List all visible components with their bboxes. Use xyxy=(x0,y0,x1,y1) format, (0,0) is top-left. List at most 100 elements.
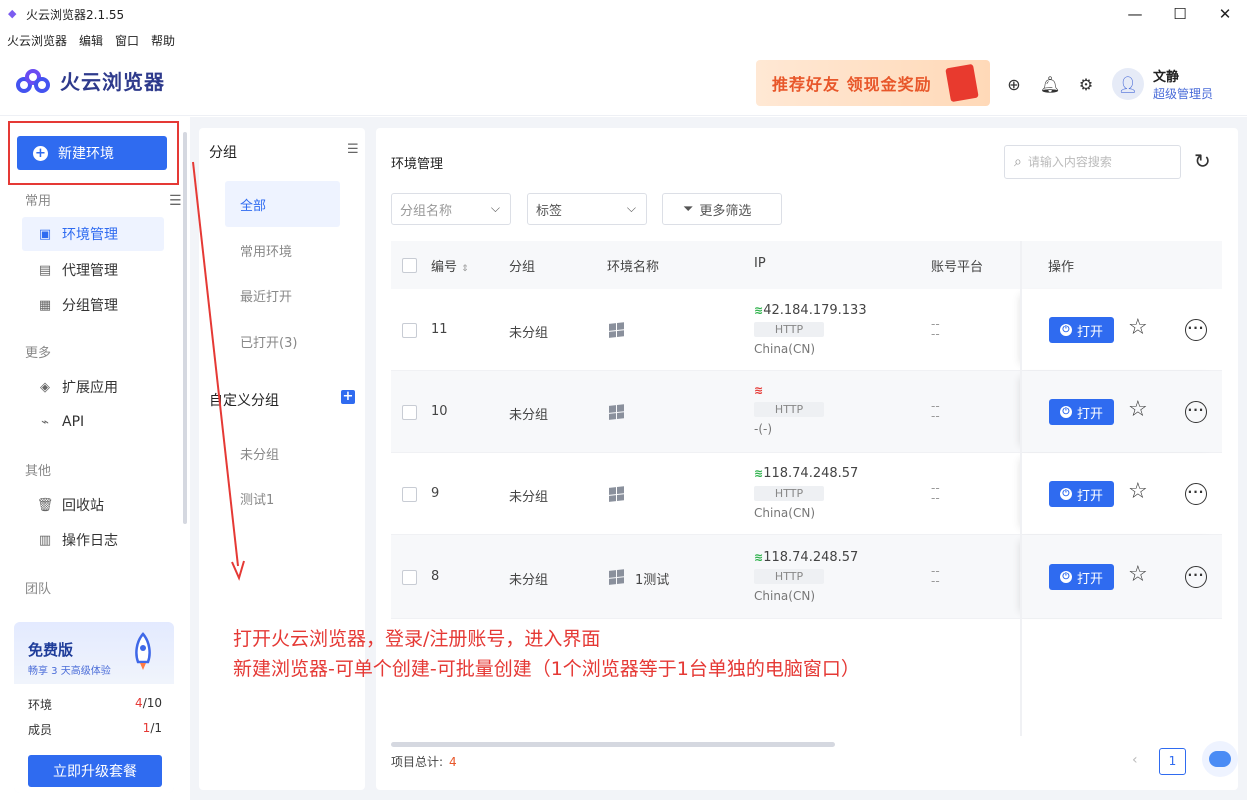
section-common: 常用 xyxy=(25,194,52,209)
sidebar-item-operation-log[interactable]: ▥ 操作日志 xyxy=(22,523,164,557)
sidebar-item-api[interactable]: ⌁ API xyxy=(22,405,164,439)
power-icon: ⏻ xyxy=(1059,406,1072,418)
row-checkbox[interactable] xyxy=(402,323,417,338)
table-row[interactable]: 8 未分组 1测试 ≋118.74.248.57 HTTP China(CN) … xyxy=(391,535,1222,619)
horizontal-scrollbar[interactable] xyxy=(391,742,835,747)
refresh-icon[interactable]: ↻ xyxy=(1194,149,1211,173)
maximize-button[interactable]: ☐ xyxy=(1157,0,1203,28)
star-icon[interactable]: ☆ xyxy=(1128,315,1148,340)
actions-column-divider xyxy=(1020,241,1022,736)
more-filters-button[interactable]: ⏷ 更多筛选 xyxy=(662,193,782,225)
avatar[interactable]: 👤︎ xyxy=(1112,68,1144,100)
row-protocol: HTTP xyxy=(754,322,824,337)
prev-page-icon[interactable]: ‹ xyxy=(1132,752,1138,768)
sidebar-item-label: 回收站 xyxy=(62,498,104,514)
close-button[interactable]: ✕ xyxy=(1202,0,1247,28)
row-platform: -- -- xyxy=(931,564,940,588)
group-item-opened[interactable]: 已打开(3) xyxy=(225,318,340,364)
star-icon[interactable]: ☆ xyxy=(1128,397,1148,422)
promo-banner[interactable]: 推荐好友 领现金奖励 xyxy=(756,60,990,106)
wifi-icon: ≋ xyxy=(754,467,764,480)
gear-icon[interactable]: ⚙ xyxy=(1076,74,1096,94)
table-row[interactable]: 9 未分组 ≋118.74.248.57 HTTP China(CN) -- --… xyxy=(391,453,1222,535)
customer-service-icon[interactable] xyxy=(1202,741,1238,777)
star-icon[interactable]: ☆ xyxy=(1128,562,1148,587)
star-icon[interactable]: ☆ xyxy=(1128,479,1148,504)
row-checkbox[interactable] xyxy=(402,570,417,585)
plug-icon: ⌁ xyxy=(41,414,49,430)
sidebar-scrollbar[interactable] xyxy=(183,132,187,524)
sidebar-item-env-management[interactable]: ▣ 环境管理 xyxy=(22,217,164,251)
section-other: 其他 xyxy=(25,464,52,479)
row-platform: -- -- xyxy=(931,481,940,505)
windows-icon xyxy=(609,322,625,338)
section-more: 更多 xyxy=(25,346,52,361)
logo: 火云浏览器 xyxy=(16,66,165,95)
row-checkbox[interactable] xyxy=(402,405,417,420)
search-box[interactable]: ⌕ xyxy=(1004,145,1181,179)
log-icon: ▥ xyxy=(38,532,52,548)
sidebar-item-recycle-bin[interactable]: 🗑︎ 回收站 xyxy=(22,488,164,522)
menu-item-window[interactable]: 窗口 xyxy=(115,32,139,49)
window-title: 火云浏览器2.1.55 xyxy=(26,7,125,22)
search-input[interactable] xyxy=(1027,155,1168,169)
menu-item-edit[interactable]: 编辑 xyxy=(79,32,103,49)
minimize-button[interactable]: — xyxy=(1112,0,1158,28)
column-header-group: 分组 xyxy=(509,260,536,275)
sort-icon[interactable]: ⇕ xyxy=(461,264,469,274)
open-button[interactable]: ⏻ 打开 xyxy=(1049,317,1114,343)
sidebar-item-group-management[interactable]: ▦ 分组管理 xyxy=(22,288,164,322)
open-button[interactable]: ⏻ 打开 xyxy=(1049,564,1114,590)
row-protocol: HTTP xyxy=(754,569,824,584)
collapse-menu-icon[interactable]: ☰ xyxy=(169,193,182,209)
group-menu-icon[interactable]: ☰ xyxy=(347,142,359,157)
menu-item-app[interactable]: 火云浏览器 xyxy=(7,32,67,49)
new-environment-button[interactable]: + 新建环境 xyxy=(17,136,167,170)
upgrade-button[interactable]: 立即升级套餐 xyxy=(28,755,162,787)
plan-member-row: 成员 1/1 xyxy=(28,721,162,738)
promo-text: 推荐好友 领现金奖励 xyxy=(772,75,932,94)
more-options-icon[interactable]: ··· xyxy=(1185,319,1207,341)
group-item-common[interactable]: 常用环境 xyxy=(225,227,340,273)
row-ip: ≋118.74.248.57 xyxy=(754,466,859,481)
user-name[interactable]: 文静 xyxy=(1153,66,1179,85)
sidebar-item-extensions[interactable]: ◈ 扩展应用 xyxy=(22,370,164,404)
tag-filter-select[interactable]: 标签 ⌵ xyxy=(527,193,647,225)
group-item-test1[interactable]: 测试1 xyxy=(225,475,340,521)
plan-member-total: /1 xyxy=(150,721,162,735)
chevron-down-icon: ⌵ xyxy=(490,201,500,215)
main-panel: 环境管理 ⌕ ↻ 分组名称 ⌵ 标签 ⌵ ⏷ 更多筛选 编号 ⇕ 分组 环境名称… xyxy=(376,128,1238,790)
table-row[interactable]: 11 未分组 ≋42.184.179.133 HTTP China(CN) --… xyxy=(391,289,1222,371)
column-header-id[interactable]: 编号 ⇕ xyxy=(431,256,469,275)
sidebar-item-label: API xyxy=(62,414,85,430)
plan-env-label: 环境 xyxy=(28,698,53,712)
group-item-all[interactable]: 全部 xyxy=(225,181,340,227)
row-country: -(-) xyxy=(754,422,773,436)
menu-item-help[interactable]: 帮助 xyxy=(151,32,175,49)
sidebar-item-label: 操作日志 xyxy=(62,533,118,549)
section-team: 团队 xyxy=(25,582,52,597)
open-button[interactable]: ⏻ 打开 xyxy=(1049,481,1114,507)
row-checkbox[interactable] xyxy=(402,487,417,502)
more-options-icon[interactable]: ··· xyxy=(1185,566,1207,588)
more-options-icon[interactable]: ··· xyxy=(1185,401,1207,423)
select-all-checkbox[interactable] xyxy=(402,258,417,273)
page-number-button[interactable]: 1 xyxy=(1159,748,1186,775)
row-id: 9 xyxy=(431,486,440,501)
row-id: 8 xyxy=(431,569,440,584)
tag-filter-label: 标签 xyxy=(536,203,563,219)
bell-icon[interactable]: 🔔︎ xyxy=(1040,74,1060,94)
group-item-recent[interactable]: 最近打开 xyxy=(225,272,340,318)
more-options-icon[interactable]: ··· xyxy=(1185,483,1207,505)
sidebar-item-label: 环境管理 xyxy=(62,227,118,243)
sidebar-item-proxy-management[interactable]: ▤ 代理管理 xyxy=(22,253,164,287)
app-icon: ◆ xyxy=(8,7,17,20)
add-group-icon[interactable]: + xyxy=(341,390,355,404)
open-button[interactable]: ⏻ 打开 xyxy=(1049,399,1114,425)
upload-icon[interactable]: ⊕ xyxy=(1004,74,1024,94)
group-item-ungrouped[interactable]: 未分组 xyxy=(225,430,340,476)
table-row[interactable]: 10 未分组 ≋ HTTP -(-) -- -- ⏻ 打开 ☆ ··· xyxy=(391,371,1222,453)
group-filter-placeholder: 分组名称 xyxy=(400,203,453,219)
group-filter-select[interactable]: 分组名称 ⌵ xyxy=(391,193,511,225)
plan-title: 免费版 xyxy=(28,641,74,659)
